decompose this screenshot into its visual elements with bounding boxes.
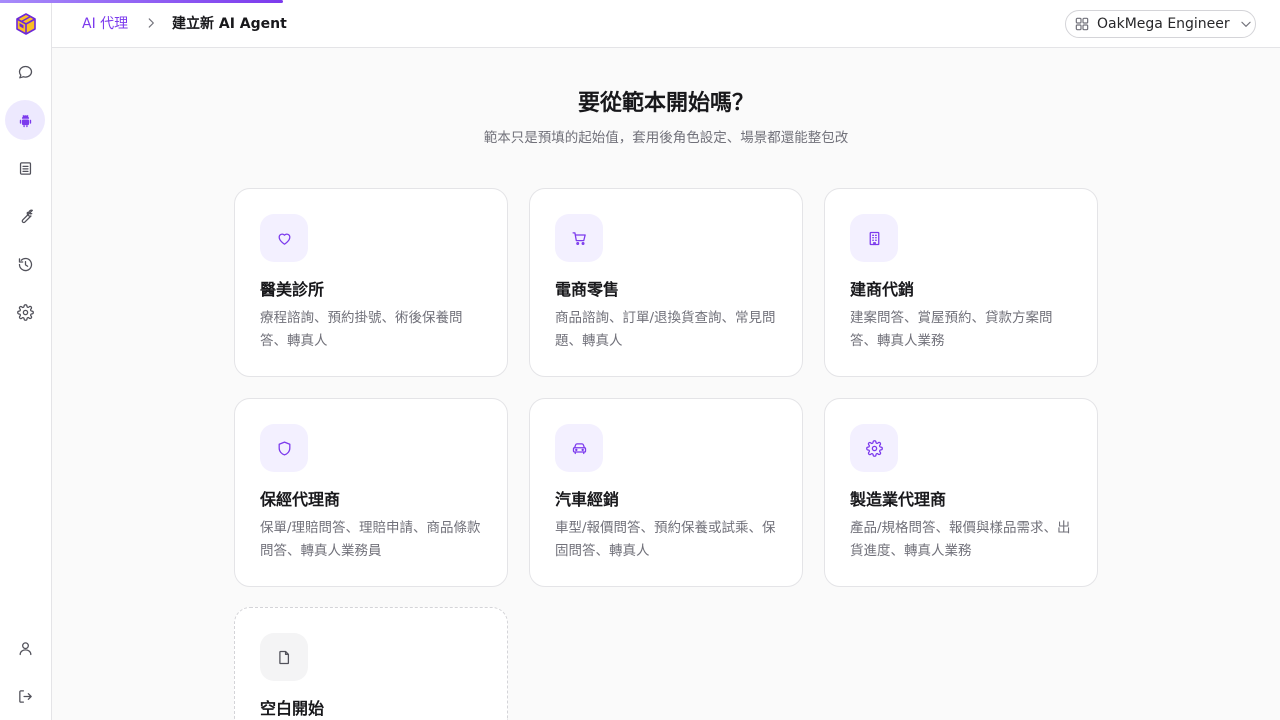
chevron-right-icon	[148, 18, 154, 28]
card-icon-wrap	[555, 424, 603, 472]
gear-icon	[16, 303, 34, 321]
sidebar	[0, 0, 52, 720]
template-description: 商品諮詢、訂單/退換貨查詢、常見問題、轉真人	[555, 310, 776, 349]
template-title: 電商零售	[555, 280, 620, 299]
car-icon	[572, 442, 586, 454]
template-card-real-estate[interactable]: 建商代銷 建案問答、賞屋預約、貸款方案問答、轉真人業務	[824, 188, 1098, 377]
building-icon	[869, 231, 879, 245]
sidebar-item-tools[interactable]	[5, 196, 45, 236]
heart-icon	[278, 233, 290, 245]
template-card-blank[interactable]: 空白開始	[234, 607, 508, 720]
logout-icon	[18, 689, 32, 703]
template-card-manufacturing[interactable]: 製造業代理商 產品/規格問答、報價與樣品需求、出貨進度、轉真人業務	[824, 398, 1098, 587]
card-icon-wrap	[850, 214, 898, 262]
breadcrumb-current: 建立新 AI Agent	[172, 16, 287, 32]
card-icon-wrap	[555, 214, 603, 262]
sidebar-item-knowledge[interactable]	[5, 148, 45, 188]
template-title: 醫美診所	[260, 280, 325, 299]
sidebar-item-profile[interactable]	[5, 628, 45, 668]
template-card-medical-aesthetic[interactable]: 醫美診所 療程諮詢、預約掛號、術後保養問答、轉真人	[234, 188, 508, 377]
template-title: 保經代理商	[260, 490, 341, 509]
template-card-ecommerce[interactable]: 電商零售 商品諮詢、訂單/退換貨查詢、常見問題、轉真人	[529, 188, 803, 377]
document-icon	[19, 161, 31, 175]
sidebar-item-chat[interactable]	[5, 52, 45, 92]
template-card-auto-dealer[interactable]: 汽車經銷 車型/報價問答、預約保養或試乘、保固問答、轉真人	[529, 398, 803, 587]
template-description: 保單/理賠問答、理賠申請、商品條款問答、轉真人業務員	[260, 520, 481, 559]
template-title: 製造業代理商	[850, 490, 947, 509]
robot-icon	[19, 114, 31, 127]
template-title: 建商代銷	[850, 280, 915, 299]
sidebar-item-ai-agent[interactable]	[5, 100, 45, 140]
cart-icon	[571, 231, 586, 245]
app-root: AI 代理 建立新 AI Agent OakMega Engineer 要從範本…	[0, 0, 1280, 720]
grid-icon	[1075, 17, 1089, 31]
sidebar-item-logout[interactable]	[5, 676, 45, 716]
workspace-name: OakMega Engineer	[1097, 16, 1230, 32]
sidebar-item-settings[interactable]	[5, 292, 45, 332]
workspace-switcher[interactable]: OakMega Engineer	[1065, 10, 1256, 38]
page-subtitle: 範本只是預填的起始值，套用後角色設定、場景都還能整包改	[483, 130, 849, 146]
template-card-insurance[interactable]: 保經代理商 保單/理賠問答、理賠申請、商品條款問答、轉真人業務員	[234, 398, 508, 587]
app-logo[interactable]	[14, 12, 38, 36]
breadcrumb-parent-link[interactable]: AI 代理	[82, 15, 128, 33]
card-icon-wrap	[260, 633, 308, 681]
template-title: 空白開始	[260, 699, 325, 718]
top-bar: AI 代理 建立新 AI Agent OakMega Engineer	[52, 0, 1280, 48]
chat-icon	[18, 65, 32, 78]
template-description: 車型/報價問答、預約保養或試乘、保固問答、轉真人	[555, 520, 776, 559]
chevron-down-icon	[1241, 21, 1251, 27]
sidebar-item-history[interactable]	[5, 244, 45, 284]
gear-icon	[865, 439, 883, 457]
page-title: 要從範本開始嗎？	[577, 91, 754, 116]
template-title: 汽車經銷	[555, 490, 620, 509]
card-icon-wrap	[260, 214, 308, 262]
template-description: 療程諮詢、預約掛號、術後保養問答、轉真人	[260, 310, 463, 349]
card-icon-wrap	[260, 424, 308, 472]
wrench-icon	[21, 209, 33, 223]
template-description: 建案問答、賞屋預約、貸款方案問答、轉真人業務	[850, 310, 1053, 349]
shield-icon	[278, 440, 290, 456]
card-icon-wrap	[850, 424, 898, 472]
loading-progress-bar	[0, 0, 283, 3]
template-description: 產品/規格問答、報價與樣品需求、出貨進度、轉真人業務	[850, 520, 1071, 559]
history-icon	[18, 257, 32, 271]
user-icon	[19, 641, 31, 655]
file-icon	[278, 650, 289, 664]
